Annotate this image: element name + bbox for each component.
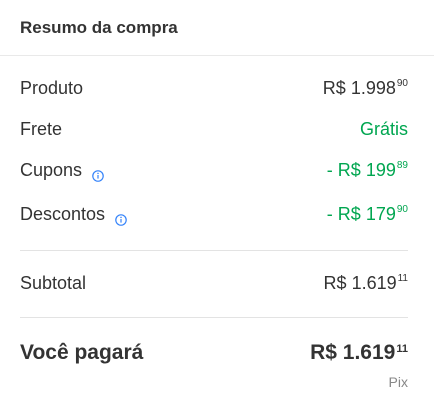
descontos-cents: 90: [396, 204, 408, 215]
total-cents: 11: [396, 343, 408, 355]
descontos-prefix: - R$: [326, 204, 361, 224]
cupons-price: - R$ 199 89: [327, 160, 408, 181]
cupons-cents: 89: [396, 160, 408, 171]
produto-price: R$ 1.998 90: [323, 78, 408, 99]
descontos-info-icon[interactable]: [115, 210, 127, 226]
cupons-label: Cupons: [20, 160, 83, 180]
descontos-price: - R$ 179 90: [327, 204, 408, 225]
cupons-prefix: - R$: [326, 160, 361, 180]
divider-bottom: [20, 317, 408, 318]
produto-cents: 90: [396, 78, 408, 89]
total-amount: 1.619: [342, 341, 396, 364]
descontos-label: Descontos: [20, 204, 106, 224]
payment-method: Pix: [388, 374, 408, 390]
total-currency: R$: [310, 341, 337, 364]
produto-amount: 1.998: [350, 78, 396, 98]
produto-currency: R$: [322, 78, 346, 98]
summary-header: Resumo da compra: [0, 0, 434, 56]
subtotal-amount: 1.619: [351, 273, 397, 293]
descontos-amount: 179: [365, 204, 396, 224]
summary-title: Resumo da compra: [20, 17, 178, 37]
line-frete: Frete Grátis: [20, 119, 408, 140]
subtotal-currency: R$: [323, 273, 347, 293]
line-total: Você pagará R$ 1.619 11: [20, 341, 408, 365]
line-descontos: Descontos - R$ 179 90: [20, 204, 408, 226]
subtotal-label: Subtotal: [20, 273, 87, 293]
subtotal-price: R$ 1.619 11: [324, 273, 408, 294]
total-price: R$ 1.619 11: [310, 341, 408, 365]
line-subtotal: Subtotal R$ 1.619 11: [20, 273, 408, 294]
frete-value: Grátis: [359, 119, 408, 139]
subtotal-cents: 11: [397, 273, 408, 284]
cupons-amount: 199: [365, 160, 396, 180]
divider-top: [20, 250, 408, 251]
line-produto: Produto R$ 1.998 90: [20, 78, 408, 99]
line-cupons: Cupons - R$ 199 89: [20, 160, 408, 182]
total-label: Você pagará: [20, 341, 144, 364]
produto-label: Produto: [20, 78, 84, 98]
cupons-info-icon[interactable]: [92, 166, 104, 182]
frete-label: Frete: [20, 119, 63, 139]
